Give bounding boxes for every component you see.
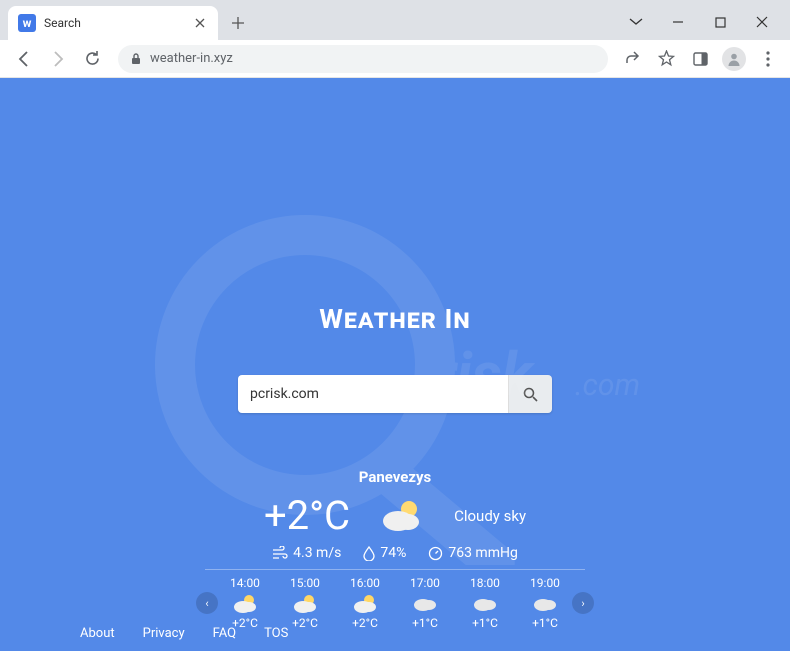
divider (205, 569, 585, 570)
minimize-button[interactable] (666, 10, 690, 34)
footer-faq[interactable]: FAQ (213, 626, 236, 641)
forecast-temp: +2°C (292, 616, 318, 630)
forecast-item[interactable]: 19:00 +1°C (524, 576, 566, 630)
forecast: ‹ 14:00+2°C15:00+2°C16:00+2°C17:00+1°C18… (196, 576, 594, 630)
gauge-icon (428, 546, 443, 561)
forecast-temp: +1°C (532, 616, 558, 630)
bookmark-icon[interactable] (654, 47, 678, 71)
url-input[interactable]: weather-in.xyz (118, 45, 608, 73)
close-window-button[interactable] (750, 10, 774, 34)
share-icon[interactable] (620, 47, 644, 71)
forecast-temp: +2°C (352, 616, 378, 630)
forecast-item[interactable]: 16:00 +2°C (344, 576, 386, 630)
forecast-prev-button[interactable]: ‹ (196, 592, 218, 614)
weather-current: +2°C Cloudy sky (264, 492, 526, 539)
cloud-icon (411, 592, 439, 614)
forecast-time: 17:00 (410, 576, 440, 590)
temperature: +2°C (264, 492, 350, 539)
forward-button[interactable] (44, 45, 72, 73)
partly-cloudy-icon (231, 592, 259, 614)
weather-stats: 4.3 m/s 74% 763 mmHg (272, 545, 518, 561)
browser-tab[interactable]: w Search (8, 6, 218, 40)
footer-tos[interactable]: TOS (264, 626, 288, 641)
footer-privacy[interactable]: Privacy (143, 626, 185, 641)
search-button[interactable] (508, 375, 552, 413)
search-bar (238, 375, 552, 413)
url-text: weather-in.xyz (150, 51, 233, 66)
forecast-item[interactable]: 15:00 +2°C (284, 576, 326, 630)
partly-cloudy-icon (291, 592, 319, 614)
back-button[interactable] (10, 45, 38, 73)
page-content: risk .com Weather In Panevezys +2°C Clou… (0, 78, 790, 651)
side-panel-icon[interactable] (688, 47, 712, 71)
humidity-stat: 74% (363, 545, 406, 561)
footer-about[interactable]: About (80, 626, 115, 641)
chevron-down-icon[interactable] (624, 10, 648, 34)
menu-icon[interactable] (756, 47, 780, 71)
forecast-time: 16:00 (350, 576, 380, 590)
wind-icon (272, 546, 288, 560)
tab-bar: w Search (0, 0, 790, 40)
partly-cloudy-icon (378, 496, 426, 536)
forecast-item[interactable]: 17:00 +1°C (404, 576, 446, 630)
partly-cloudy-icon (351, 592, 379, 614)
forecast-next-button[interactable]: › (572, 592, 594, 614)
maximize-button[interactable] (708, 10, 732, 34)
footer-links: About Privacy FAQ TOS (80, 626, 288, 641)
watermark-icon: risk .com (0, 78, 790, 651)
forecast-item[interactable]: 18:00 +1°C (464, 576, 506, 630)
forecast-time: 19:00 (530, 576, 560, 590)
weather-description: Cloudy sky (454, 507, 526, 525)
close-tab-button[interactable] (192, 15, 208, 31)
forecast-temp: +1°C (412, 616, 438, 630)
forecast-time: 14:00 (230, 576, 260, 590)
site-logo: Weather In (319, 303, 471, 335)
city-name: Panevezys (359, 468, 432, 486)
cloud-icon (471, 592, 499, 614)
forecast-time: 15:00 (290, 576, 320, 590)
new-tab-button[interactable] (224, 9, 252, 37)
lock-icon (130, 52, 142, 65)
window-controls (624, 10, 790, 40)
droplet-icon (363, 546, 375, 561)
forecast-temp: +1°C (472, 616, 498, 630)
cloud-icon (531, 592, 559, 614)
forecast-time: 18:00 (470, 576, 500, 590)
tab-title: Search (44, 16, 184, 30)
favicon-icon: w (18, 14, 36, 32)
search-input[interactable] (238, 375, 508, 413)
search-icon (523, 387, 538, 402)
reload-button[interactable] (78, 45, 106, 73)
wind-stat: 4.3 m/s (272, 545, 341, 561)
profile-avatar[interactable] (722, 47, 746, 71)
pressure-stat: 763 mmHg (428, 545, 517, 561)
forecast-item[interactable]: 14:00+2°C (224, 576, 266, 630)
svg-text:.com: .com (575, 368, 640, 403)
address-bar: weather-in.xyz (0, 40, 790, 78)
